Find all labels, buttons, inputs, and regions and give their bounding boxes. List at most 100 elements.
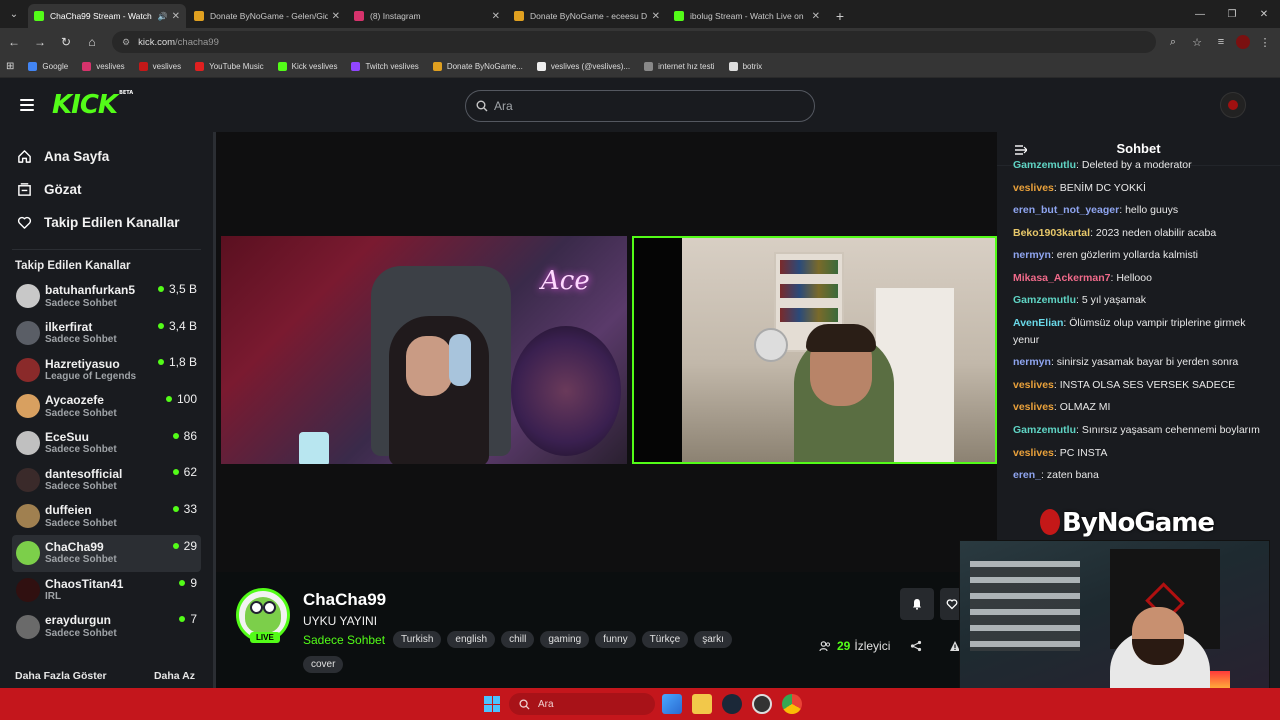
- chat-username[interactable]: veslives: [1013, 401, 1054, 413]
- url-host: kick.com: [138, 36, 176, 48]
- close-tab-icon[interactable]: ✕: [332, 11, 340, 22]
- photos-app-icon[interactable]: [662, 694, 682, 714]
- kick-logo[interactable]: KICK BETA: [52, 90, 133, 120]
- chat-username[interactable]: veslives: [1013, 379, 1054, 391]
- apps-grid-icon[interactable]: ⊞: [6, 61, 14, 72]
- bookmark-item[interactable]: Twitch veslives: [351, 62, 419, 71]
- home-browser-icon[interactable]: ⌂: [80, 30, 104, 54]
- browser-tab[interactable]: (8) Instagram ✕: [348, 4, 506, 28]
- bookmark-item[interactable]: YouTube Music: [195, 62, 264, 71]
- stream-tag[interactable]: Türkçe: [641, 631, 689, 648]
- followed-channel[interactable]: duffeien Sadece Sohbet 33: [12, 498, 201, 535]
- close-tab-icon[interactable]: ✕: [172, 11, 180, 22]
- bookmark-item[interactable]: veslives: [138, 62, 181, 71]
- followed-channel[interactable]: Hazretiyasuo League of Legends 1,8 B: [12, 351, 201, 388]
- stream-tag[interactable]: cover: [303, 656, 344, 673]
- stream-tag[interactable]: gaming: [540, 631, 590, 648]
- stream-tag[interactable]: english: [447, 631, 496, 648]
- bookmark-item[interactable]: botrix: [728, 62, 762, 71]
- browser-tab[interactable]: Donate ByNoGame - Gelen/Gid ✕: [188, 4, 346, 28]
- bookmark-item[interactable]: veslives: [82, 62, 125, 71]
- share-button[interactable]: [910, 639, 922, 657]
- stream-tag[interactable]: chill: [501, 631, 535, 648]
- chat-username[interactable]: nermyn: [1013, 249, 1051, 261]
- zoom-icon[interactable]: ⌕: [1164, 33, 1182, 51]
- stream-tag[interactable]: şarkı: [694, 631, 732, 648]
- search-input[interactable]: Ara: [465, 90, 815, 122]
- chat-username[interactable]: Mikasa_Ackerman7: [1013, 272, 1110, 284]
- close-tab-icon[interactable]: ✕: [652, 11, 660, 22]
- audio-playing-icon[interactable]: 🔊: [158, 12, 168, 21]
- browser-tab[interactable]: ChaCha99 Stream - Watch L 🔊 ✕: [28, 4, 186, 28]
- video-player[interactable]: Ace: [216, 132, 997, 572]
- user-avatar-button[interactable]: [1220, 92, 1246, 118]
- show-more-link[interactable]: Daha Fazla Göster: [15, 670, 107, 682]
- windows-start-icon[interactable]: [484, 696, 500, 712]
- chat-username[interactable]: Gamzemutlu: [1013, 424, 1076, 436]
- nav-home[interactable]: Ana Sayfa: [0, 140, 213, 173]
- stream-tag[interactable]: funny: [595, 631, 636, 648]
- browser-tab[interactable]: ibolug Stream - Watch Live on ✕: [668, 4, 826, 28]
- followed-channels-heading: Takip Edilen Kanallar: [15, 260, 131, 272]
- site-info-icon[interactable]: ⚙: [122, 37, 130, 48]
- close-tab-icon[interactable]: ✕: [812, 11, 820, 22]
- chat-username[interactable]: AvenElian: [1013, 317, 1063, 329]
- followed-channel[interactable]: ChaCha99 Sadece Sohbet 29: [12, 534, 201, 572]
- bookmark-item[interactable]: Kick veslives: [277, 62, 337, 71]
- chat-username[interactable]: nermyn: [1013, 356, 1051, 368]
- back-icon[interactable]: ←: [2, 30, 26, 54]
- browser-menu-icon[interactable]: ⋮: [1256, 33, 1274, 51]
- followed-channel[interactable]: Aycaozefe Sadece Sohbet 100: [12, 388, 201, 425]
- url-field[interactable]: ⚙ kick.com/chacha99: [112, 31, 1156, 53]
- chat-username[interactable]: veslives: [1013, 182, 1054, 194]
- bookmark-star-icon[interactable]: ☆: [1188, 33, 1206, 51]
- close-window-icon[interactable]: ✕: [1248, 0, 1280, 28]
- streamer-name[interactable]: ChaCha99: [303, 590, 386, 610]
- browser-tab[interactable]: Donate ByNoGame - eceesu D ✕: [508, 4, 666, 28]
- bookmark-item[interactable]: veslives (@veslives)...: [536, 62, 630, 71]
- menu-hamburger-icon[interactable]: [20, 96, 34, 114]
- search-icon: [476, 100, 488, 112]
- file-explorer-icon[interactable]: [692, 694, 712, 714]
- close-tab-icon[interactable]: ✕: [492, 11, 500, 22]
- profile-avatar[interactable]: [1236, 35, 1250, 49]
- chat-username[interactable]: Beko1903kartal: [1013, 227, 1090, 239]
- chat-username[interactable]: Gamzemutlu: [1013, 294, 1076, 306]
- media-control-icon[interactable]: ≡: [1212, 33, 1230, 51]
- followed-channel[interactable]: batuhanfurkan5 Sadece Sohbet 3,5 B: [12, 278, 201, 315]
- channel-category: Sadece Sohbet: [45, 554, 117, 566]
- app-icon[interactable]: [752, 694, 772, 714]
- chat-username[interactable]: Gamzemutlu: [1013, 159, 1076, 171]
- minimize-icon[interactable]: —: [1184, 0, 1216, 28]
- notification-bell-button[interactable]: [900, 588, 934, 620]
- bookmark-item[interactable]: internet hız testi: [644, 62, 715, 71]
- stream-category[interactable]: Sadece Sohbet: [303, 633, 385, 647]
- bookmark-item[interactable]: Donate ByNoGame...: [432, 62, 523, 71]
- followed-channel[interactable]: EceSuu Sadece Sohbet 86: [12, 425, 201, 462]
- tab-search-chevron-icon[interactable]: ⌄: [0, 0, 28, 28]
- steam-icon[interactable]: [722, 694, 742, 714]
- nav-browse[interactable]: Gözat: [0, 173, 213, 206]
- reload-icon[interactable]: ↻: [54, 30, 78, 54]
- chat-text: PC INSTA: [1059, 446, 1108, 459]
- channel-viewer-count: 100: [176, 392, 197, 407]
- followed-channel[interactable]: dantesofficial Sadece Sohbet 62: [12, 461, 201, 498]
- restore-icon[interactable]: ❐: [1216, 0, 1248, 28]
- chat-username[interactable]: veslives: [1013, 447, 1054, 459]
- followed-channel[interactable]: eraydurgun Sadece Sohbet 7: [12, 608, 201, 645]
- nav-following[interactable]: Takip Edilen Kanallar: [0, 206, 213, 239]
- wall-art: [511, 326, 621, 456]
- followed-channel[interactable]: ilkerfirat Sadece Sohbet 3,4 B: [12, 315, 201, 352]
- stream-tag[interactable]: Turkish: [393, 631, 442, 648]
- bookmark-item[interactable]: Google: [28, 62, 68, 71]
- forward-icon[interactable]: →: [28, 30, 52, 54]
- taskbar-search[interactable]: Ara: [509, 693, 655, 715]
- beta-badge: BETA: [119, 90, 134, 96]
- show-less-link[interactable]: Daha Az: [154, 670, 195, 682]
- chat-messages: Gamzemutlu: Deleted by a moderator vesliv…: [997, 154, 1280, 487]
- new-tab-button[interactable]: +: [828, 4, 852, 28]
- chat-username[interactable]: eren_but_not_yeager: [1013, 204, 1119, 216]
- chrome-icon[interactable]: [782, 694, 802, 714]
- followed-channel[interactable]: ChaosTitan41 IRL 9: [12, 572, 201, 609]
- chat-username[interactable]: eren_: [1013, 469, 1041, 481]
